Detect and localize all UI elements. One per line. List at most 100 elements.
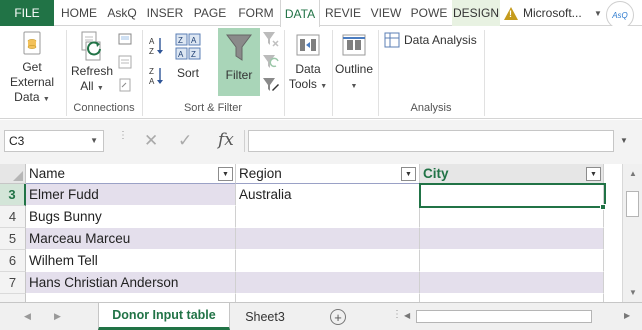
filter-dropdown-city[interactable]: ▼: [586, 167, 601, 181]
enter-icon[interactable]: ✓: [178, 131, 192, 151]
edit-links-icon[interactable]: [118, 78, 132, 96]
table-cell-region[interactable]: Australia: [236, 184, 420, 206]
row-header-7[interactable]: 7: [0, 272, 26, 294]
insert-function-icon[interactable]: fx: [218, 130, 234, 150]
row-header-4[interactable]: 4: [0, 206, 26, 228]
row-header-3[interactable]: 3: [0, 184, 26, 206]
data-analysis-button[interactable]: Data Analysis: [384, 32, 477, 48]
properties-icon[interactable]: [118, 55, 132, 73]
formula-input[interactable]: [248, 130, 614, 152]
sheet-tab-sheet3[interactable]: Sheet3: [234, 303, 296, 330]
svg-text:A: A: [178, 50, 184, 59]
group-label-connections: Connections: [73, 102, 135, 114]
refresh-all-button[interactable]: Refresh All ▼: [68, 30, 116, 96]
table-cell-name[interactable]: Wilhem Tell: [26, 250, 236, 272]
table-cell-name[interactable]: Bugs Bunny: [26, 206, 236, 228]
sort-ascending-icon[interactable]: AZ: [148, 36, 164, 60]
data-tools-icon: [296, 34, 320, 56]
splitter-dots[interactable]: ⋮: [392, 309, 402, 320]
get-external-data-button[interactable]: Get External Data ▼: [0, 30, 64, 107]
next-sheet-icon[interactable]: ▶: [54, 311, 61, 322]
ribbon-tab-bar: FILE HOME AskQ INSER PAGE FORM DATA REVI…: [0, 0, 642, 29]
svg-text:Z: Z: [178, 36, 183, 45]
name-box[interactable]: C3 ▼: [4, 130, 104, 152]
data-tools-button[interactable]: Data Tools ▼: [286, 30, 330, 94]
outline-icon: [342, 34, 366, 56]
row-header-6[interactable]: 6: [0, 250, 26, 272]
tab-askq[interactable]: AskQ: [102, 0, 142, 26]
chevron-down-icon[interactable]: ▼: [594, 9, 602, 18]
scroll-thumb[interactable]: [626, 191, 639, 217]
chevron-down-icon[interactable]: ▼: [90, 136, 98, 145]
worksheet-grid: Name ▼ Region ▼ City ▼ 3 Elmer Fudd Aust…: [0, 164, 622, 302]
scroll-left-icon[interactable]: ◀: [404, 311, 410, 320]
svg-text:A: A: [191, 36, 197, 45]
table-header-city[interactable]: City: [420, 164, 604, 184]
table-cell-name[interactable]: Hans Christian Anderson: [26, 272, 236, 294]
reapply-icon[interactable]: [262, 53, 280, 75]
tab-review[interactable]: REVIE: [320, 0, 366, 26]
group-label-sort-filter: Sort & Filter: [183, 102, 243, 114]
cancel-icon[interactable]: ✕: [144, 131, 158, 151]
table-cell-city[interactable]: [420, 272, 604, 294]
tab-file[interactable]: FILE: [0, 0, 54, 26]
scroll-right-icon[interactable]: ▶: [624, 311, 630, 320]
advanced-filter-icon[interactable]: [262, 76, 280, 98]
scroll-thumb[interactable]: [416, 310, 592, 323]
tab-insert[interactable]: INSER: [142, 0, 188, 26]
row-header-5[interactable]: 5: [0, 228, 26, 250]
table-header-region[interactable]: Region: [236, 164, 420, 184]
divider: [244, 130, 245, 152]
table-cell-city[interactable]: [420, 250, 604, 272]
outline-button[interactable]: Outline ▼: [332, 30, 376, 94]
horizontal-scrollbar[interactable]: ◀ ▶: [402, 309, 640, 325]
table-cell-partial[interactable]: [236, 294, 420, 302]
database-icon: [23, 31, 41, 55]
scroll-down-icon[interactable]: ▼: [629, 288, 637, 297]
sort-descending-icon[interactable]: ZA: [148, 66, 164, 90]
funnel-icon: [226, 34, 252, 61]
warning-icon: !: [504, 6, 518, 20]
table-cell-city[interactable]: [420, 184, 604, 206]
tab-data[interactable]: DATA: [280, 0, 320, 27]
tab-page-layout[interactable]: PAGE: [188, 0, 232, 26]
sort-button[interactable]: Z A A Z Sort: [170, 32, 206, 81]
fill-handle[interactable]: [600, 204, 606, 210]
row-header-partial[interactable]: [0, 294, 26, 302]
filter-button-content[interactable]: Filter: [218, 32, 260, 83]
tab-home[interactable]: HOME: [56, 0, 102, 26]
tab-design[interactable]: DESIGN: [452, 0, 500, 26]
table-header-name[interactable]: Name: [26, 164, 236, 184]
table-cell-region[interactable]: [236, 228, 420, 250]
table-cell-name[interactable]: Marceau Marceu: [26, 228, 236, 250]
account-menu[interactable]: ! Microsoft...: [504, 0, 582, 26]
tab-view[interactable]: VIEW: [366, 0, 406, 26]
sort-icon: Z A A Z: [175, 33, 201, 60]
expand-formula-bar-icon[interactable]: ▼: [620, 136, 628, 145]
connections-icon[interactable]: [118, 32, 132, 50]
svg-text:A: A: [149, 37, 155, 46]
filter-dropdown-region[interactable]: ▼: [401, 167, 416, 181]
table-cell-region[interactable]: [236, 206, 420, 228]
select-all-corner[interactable]: [0, 164, 26, 184]
tab-power[interactable]: POWE: [406, 0, 452, 26]
vertical-scrollbar[interactable]: ▲ ▼: [622, 164, 642, 302]
clear-filter-icon[interactable]: [262, 30, 280, 52]
table-cell-partial[interactable]: [26, 294, 236, 302]
data-analysis-icon: [384, 32, 400, 48]
table-cell-city[interactable]: [420, 206, 604, 228]
avatar[interactable]: AsQ: [606, 1, 634, 29]
table-cell-region[interactable]: [236, 272, 420, 294]
filter-dropdown-name[interactable]: ▼: [218, 167, 233, 181]
splitter-dots[interactable]: ⋮: [118, 131, 128, 141]
tab-formulas[interactable]: FORM: [232, 0, 280, 26]
scroll-up-icon[interactable]: ▲: [629, 169, 637, 178]
table-cell-partial[interactable]: [420, 294, 604, 302]
formula-bar: C3 ▼ ⋮ ✕ ✓ fx ▼: [0, 120, 642, 164]
add-sheet-icon[interactable]: +: [330, 309, 346, 325]
prev-sheet-icon[interactable]: ◀: [24, 311, 31, 322]
table-cell-region[interactable]: [236, 250, 420, 272]
sheet-tab-donor-input-table[interactable]: Donor Input table: [98, 303, 230, 330]
table-cell-city[interactable]: [420, 228, 604, 250]
table-cell-name[interactable]: Elmer Fudd: [26, 184, 236, 206]
